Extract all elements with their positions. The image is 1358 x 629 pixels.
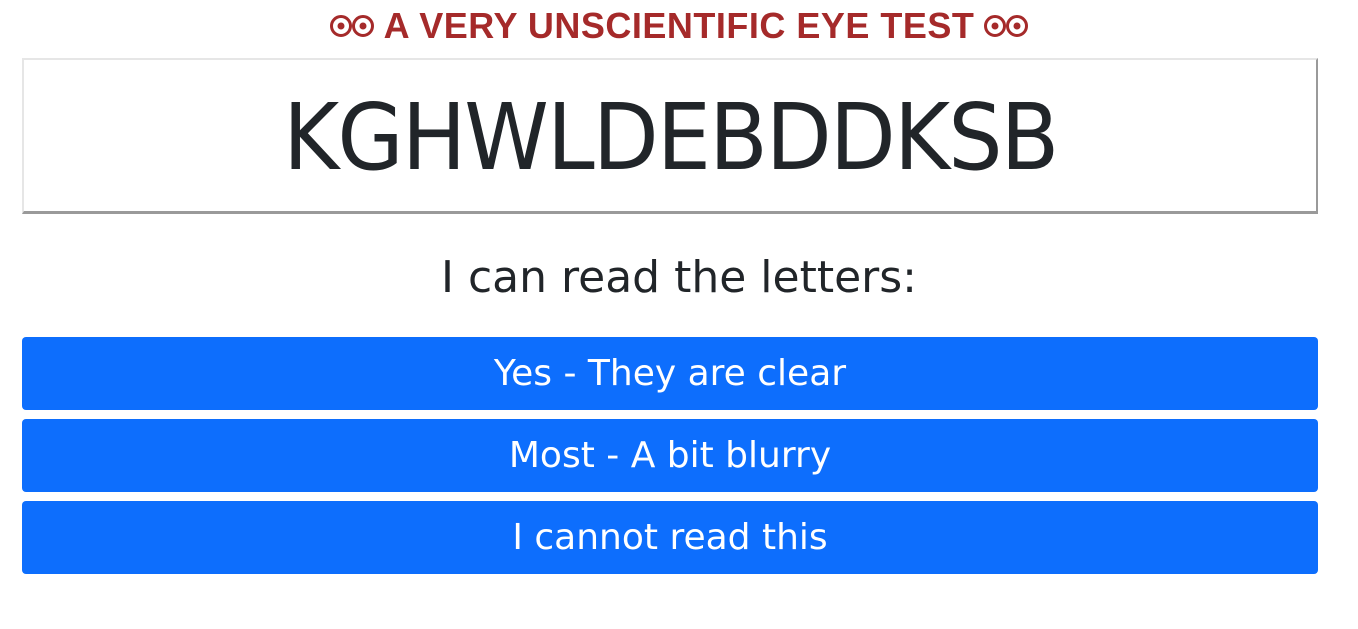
cannot-read-button[interactable]: I cannot read this: [22, 501, 1318, 574]
test-letters: KGHWLDEBDDKSB: [282, 83, 1059, 191]
page-header: A VERY UNSCIENTIFIC EYE TEST: [0, 0, 1358, 52]
most-blurry-button[interactable]: Most - A bit blurry: [22, 419, 1318, 492]
yes-clear-button[interactable]: Yes - They are clear: [22, 337, 1318, 410]
letters-display: KGHWLDEBDDKSB: [22, 58, 1318, 214]
eyes-icon-right: [984, 11, 1029, 41]
eye-icon: [984, 15, 1029, 37]
eye-icon: [329, 15, 374, 37]
page-title: A VERY UNSCIENTIFIC EYE TEST: [383, 5, 975, 46]
read-prompt: I can read the letters:: [441, 252, 917, 303]
eyes-icon-left: [329, 11, 374, 41]
